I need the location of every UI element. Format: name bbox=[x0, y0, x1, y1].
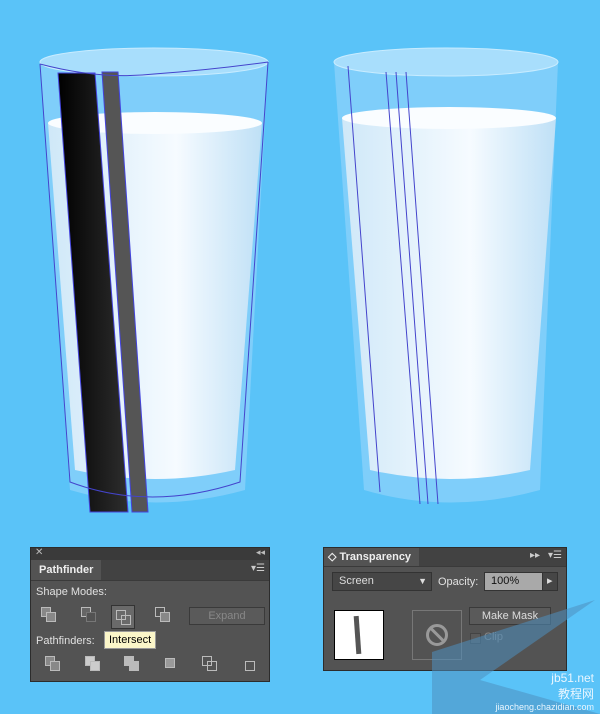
chevron-down-icon: ▼ bbox=[418, 576, 427, 586]
pathfinder-panel: ✕ ◂◂ Pathfinder ▾☰ Shape Modes: Expand P… bbox=[30, 547, 270, 682]
outline-button[interactable] bbox=[200, 654, 220, 674]
tab-pathfinder[interactable]: Pathfinder bbox=[31, 560, 102, 580]
glass-right bbox=[333, 47, 559, 505]
glass-left bbox=[39, 47, 269, 513]
watermark-line1: jb51.net bbox=[551, 671, 594, 685]
no-mask-icon bbox=[426, 624, 448, 646]
pathfinders-label: Pathfinders: bbox=[36, 635, 95, 647]
collapse-icon[interactable]: ◂◂ bbox=[256, 547, 265, 558]
trim-button[interactable] bbox=[83, 654, 103, 674]
tooltip: Intersect bbox=[104, 631, 157, 649]
minus-front-button[interactable] bbox=[79, 605, 99, 625]
divide-button[interactable] bbox=[43, 654, 63, 674]
watermark-line3: jiaocheng.chazidian.com bbox=[495, 702, 594, 712]
tab-label: Transparency bbox=[339, 551, 412, 563]
shape-modes-label: Shape Modes: bbox=[36, 586, 107, 598]
intersect-button[interactable] bbox=[111, 605, 135, 629]
crop-button[interactable] bbox=[161, 654, 181, 674]
clip-label: Clip bbox=[484, 631, 503, 643]
blend-mode-value: Screen bbox=[339, 575, 374, 587]
clip-checkbox[interactable] bbox=[470, 633, 481, 644]
mask-thumbnail[interactable] bbox=[412, 610, 462, 660]
object-thumbnail[interactable] bbox=[334, 610, 384, 660]
panel-menu-icon[interactable]: ▾☰ bbox=[548, 550, 562, 561]
exclude-button[interactable] bbox=[153, 605, 173, 625]
watermark-line2: 教程网 bbox=[557, 687, 594, 701]
opacity-label: Opacity: bbox=[438, 576, 479, 588]
merge-button[interactable] bbox=[122, 654, 142, 674]
minus-back-button[interactable] bbox=[238, 654, 258, 674]
blend-mode-select[interactable]: Screen ▼ bbox=[332, 572, 432, 591]
expand-icon[interactable]: ▸▸ bbox=[530, 550, 540, 561]
make-mask-button[interactable]: Make Mask bbox=[469, 607, 551, 625]
panel-titlebar[interactable]: ✕ ◂◂ bbox=[31, 547, 269, 560]
tab-transparency[interactable]: ◇ Transparency bbox=[324, 548, 420, 566]
close-icon[interactable]: ✕ bbox=[35, 547, 43, 558]
watermark: jb51.net 教程网 jiaocheng.chazidian.com bbox=[495, 671, 594, 712]
artboard bbox=[39, 47, 559, 513]
opacity-slider-button[interactable]: ▸ bbox=[542, 572, 558, 591]
transparency-panel: ◇ Transparency ▸▸ ▾☰ Screen ▼ Opacity: 10… bbox=[323, 547, 567, 671]
expand-button[interactable]: Expand bbox=[189, 607, 265, 625]
unite-button[interactable] bbox=[39, 605, 59, 625]
panel-menu-icon[interactable]: ▾☰ bbox=[251, 563, 265, 574]
